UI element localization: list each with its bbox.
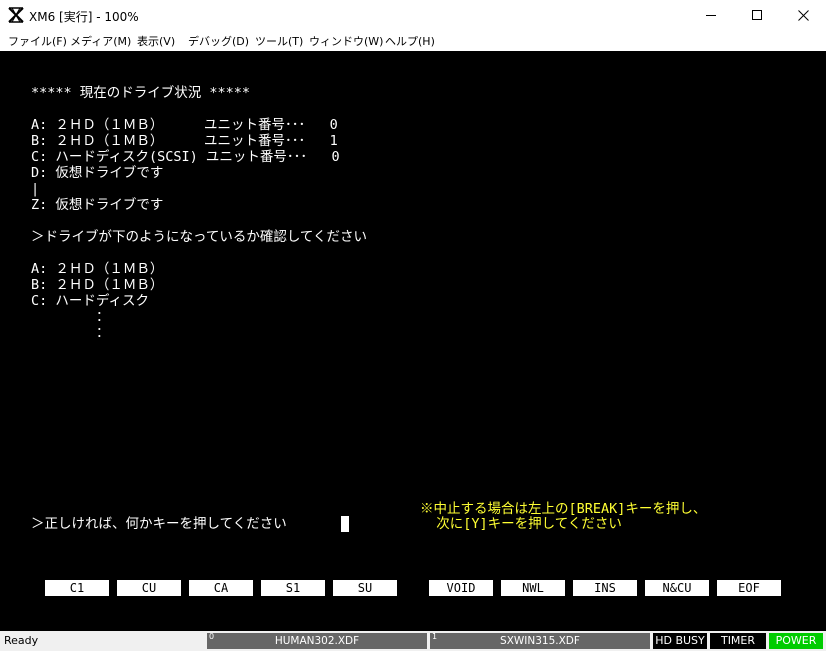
close-icon — [797, 10, 809, 21]
fkey-su: SU — [333, 580, 397, 596]
expected-line-c: C: ハードディスク — [31, 293, 149, 309]
timer-indicator: TIMER — [710, 633, 766, 649]
confirm-prompt: ＞ドライブが下のようになっているか確認してください — [31, 229, 368, 245]
minimize-button[interactable] — [688, 0, 734, 31]
ellipsis-line-1: ： — [31, 309, 110, 325]
menu-media[interactable]: メディア(M) — [70, 33, 131, 49]
fkey-s1: S1 — [261, 580, 325, 596]
fkey-void: VOID — [429, 580, 493, 596]
fkey-cu: CU — [117, 580, 181, 596]
drive-line-z: Z: 仮想ドライブです — [31, 197, 164, 213]
emulator-screen[interactable]: ***** 現在のドライブ状況 ***** A: ２ＨＤ（１ＭＢ） ユニット番号… — [0, 51, 826, 631]
drive-1-image: SXWIN315.XDF — [500, 635, 580, 647]
drive-0-number: 0 — [209, 632, 215, 641]
fkey-nwl: NWL — [501, 580, 565, 596]
fkey-ca: CA — [189, 580, 253, 596]
menu-tools[interactable]: ツール(T) — [255, 33, 303, 49]
maximize-icon — [751, 10, 762, 20]
drive-status-heading: ***** 現在のドライブ状況 ***** — [31, 85, 251, 101]
drive-line-a: A: ２ＨＤ（１ＭＢ） ユニット番号･･･ 0 — [31, 117, 338, 133]
drive-0-image: HUMAN302.XDF — [274, 635, 360, 647]
text-cursor — [341, 516, 349, 532]
expected-line-b: B: ２ＨＤ（１ＭＢ） — [31, 277, 164, 293]
fkey-ncu: N&CU — [645, 580, 709, 596]
menu-help[interactable]: ヘルプ(H) — [385, 33, 435, 49]
fkey-eof: EOF — [717, 580, 781, 596]
fkey-ins: INS — [573, 580, 637, 596]
minimize-icon — [705, 15, 716, 16]
drive-line-separator: | — [31, 181, 40, 197]
title-bar: XM6 [実行] - 100% — [0, 0, 826, 31]
menu-file[interactable]: ファイル(F) — [8, 33, 67, 49]
window-title: XM6 [実行] - 100% — [29, 10, 139, 24]
maximize-button[interactable] — [734, 0, 780, 31]
abort-notice-line-2: 次に[Y]キーを押してください — [420, 516, 622, 532]
press-key-prompt: ＞正しければ、何かキーを押してください — [31, 516, 287, 532]
floppy-drive-0[interactable]: 0 HUMAN302.XDF — [207, 632, 427, 649]
ellipsis-line-2: ： — [31, 325, 110, 341]
drive-line-b: B: ２ＨＤ（１ＭＢ） ユニット番号･･･ 1 — [31, 133, 338, 149]
xm6-app-icon — [8, 7, 24, 23]
menu-view[interactable]: 表示(V) — [137, 33, 175, 49]
fkey-c1: C1 — [45, 580, 109, 596]
drive-line-d: D: 仮想ドライブです — [31, 165, 164, 181]
floppy-drive-1[interactable]: 1 SXWIN315.XDF — [430, 632, 650, 649]
drive-1-number: 1 — [432, 632, 438, 641]
menu-debug[interactable]: デバッグ(D) — [188, 33, 249, 49]
power-indicator[interactable]: POWER — [769, 633, 823, 649]
abort-notice-line-1: ※中止する場合は左上の[BREAK]キーを押し、 — [420, 501, 707, 517]
close-button[interactable] — [780, 0, 826, 31]
expected-line-a: A: ２ＨＤ（１ＭＢ） — [31, 261, 164, 277]
status-bar: Ready 0 HUMAN302.XDF 1 SXWIN315.XDF HD B… — [0, 631, 826, 651]
status-ready: Ready — [4, 634, 39, 647]
hd-busy-indicator: HD BUSY — [653, 633, 707, 649]
menu-bar: ファイル(F) メディア(M) 表示(V) デバッグ(D) ツール(T) ウィン… — [0, 31, 826, 51]
drive-line-c: C: ハードディスク(SCSI) ユニット番号･･･ 0 — [31, 149, 340, 165]
menu-window[interactable]: ウィンドウ(W) — [309, 33, 383, 49]
